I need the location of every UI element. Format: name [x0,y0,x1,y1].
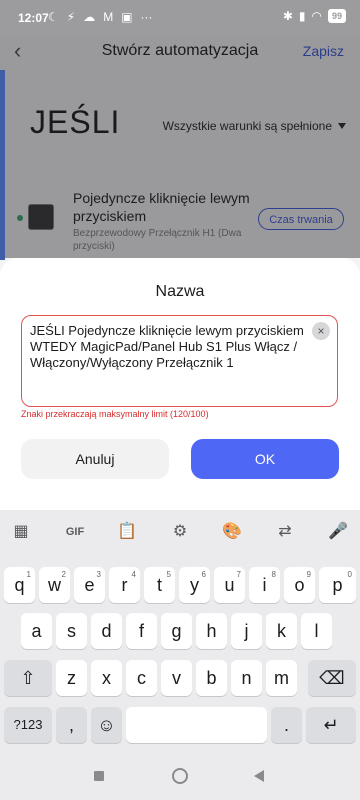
clear-icon[interactable]: × [312,322,330,340]
signal-icon: ▮ [298,9,306,23]
space-key[interactable] [126,707,267,743]
condition-mode-select[interactable]: Wszystkie warunki są spełnione [163,119,346,133]
condition-mode-label: Wszystkie warunki są spełnione [162,119,332,133]
status-bar: 12:07 ☾ ⚡ ☁ M ▣ ··· ✱ ▮ ◠ 99 [0,0,360,36]
key-t[interactable]: t5 [144,567,175,603]
key-f[interactable]: f [126,613,157,649]
period-key[interactable]: . [271,707,302,743]
status-right-icons: ✱ ▮ ◠ 99 [283,9,346,23]
key-p[interactable]: p0 [319,567,356,603]
condition-name[interactable]: Pojedyncze kliknięcie lewym przyciskiem [73,189,263,225]
name-dialog: Nazwa JEŚLI Pojedyncze kliknięcie lewym … [0,258,360,510]
clipboard-icon[interactable]: 📋 [117,522,137,542]
key-n[interactable]: n [231,660,262,696]
key-g[interactable]: g [161,613,192,649]
shift-key[interactable]: ⇧ [4,660,52,696]
home-icon[interactable] [172,768,188,784]
name-input-value[interactable]: JEŚLI Pojedyncze kliknięcie lewym przyci… [30,323,310,371]
key-c[interactable]: c [126,660,157,696]
emoji-key[interactable]: ☺ [91,707,122,743]
status-left-icons: ☾ ⚡ ☁ M ▣ ··· [48,10,153,24]
key-z[interactable]: z [56,660,87,696]
key-d[interactable]: d [91,613,122,649]
microphone-icon[interactable]: 🎤 [328,522,348,542]
comma-key[interactable]: , [56,707,87,743]
save-button[interactable]: Zapisz [303,43,344,59]
key-h[interactable]: h [196,613,227,649]
key-w[interactable]: w2 [39,567,70,603]
condition-device: Bezprzewodowy Przełącznik H1 (Dwa przyci… [73,228,242,252]
dialog-title: Nazwa [155,283,205,300]
more-icon: ··· [140,10,153,24]
key-j[interactable]: j [231,613,262,649]
backspace-key[interactable]: ⌫ [308,660,356,696]
navigation-bar [0,752,360,800]
battery-icon: 99 [327,9,346,23]
status-time: 12:07 [18,11,49,25]
gif-icon[interactable]: GIF [62,522,88,542]
key-o[interactable]: o9 [284,567,315,603]
if-section-title: JEŚLI [30,104,121,140]
cloud-icon: ☁ [83,10,96,24]
app-icon: ▣ [121,10,133,24]
key-y[interactable]: y6 [179,567,210,603]
key-e[interactable]: e3 [74,567,105,603]
status-dot-icon [17,215,23,221]
key-b[interactable]: b [196,660,227,696]
cancel-button[interactable]: Anuluj [21,439,169,479]
key-x[interactable]: x [91,660,122,696]
section-accent-bar [0,70,5,260]
error-message: Znaki przekraczają maksymalny limit (120… [21,409,209,419]
switch-device-icon [29,205,53,229]
name-input[interactable]: JEŚLI Pojedyncze kliknięcie lewym przyci… [21,315,338,407]
key-v[interactable]: v [161,660,192,696]
apps-grid-icon[interactable]: ▦ [11,522,31,542]
back-nav-icon[interactable] [254,770,264,782]
key-m[interactable]: m [266,660,297,696]
bluetooth-icon: ✱ [282,9,293,23]
gmail-icon: M [103,10,114,24]
duration-button[interactable]: Czas trwania [258,208,344,230]
key-s[interactable]: s [56,613,87,649]
dropdown-arrow-icon [338,123,346,129]
enter-key[interactable]: ↵ [306,707,356,743]
key-r[interactable]: r4 [109,567,140,603]
translate-icon[interactable]: ⇄ [275,522,295,542]
key-l[interactable]: l [301,613,332,649]
key-q[interactable]: q1 [4,567,35,603]
key-a[interactable]: a [21,613,52,649]
symbols-key[interactable]: ?123 [4,707,52,743]
theme-icon[interactable]: 🎨 [222,522,242,542]
key-u[interactable]: u7 [214,567,245,603]
wifi-icon: ◠ [311,9,322,23]
key-i[interactable]: i8 [249,567,280,603]
flash-off-icon: ⚡ [66,10,76,24]
keyboard-toolbar: ▦ GIF 📋 ⚙ 🎨 ⇄ 🎤 [0,510,360,554]
settings-icon[interactable]: ⚙ [170,522,190,542]
ok-button[interactable]: OK [191,439,339,479]
app-header: ‹ Stwórz automatyzacja Zapisz [0,36,360,68]
keyboard: ▦ GIF 📋 ⚙ 🎨 ⇄ 🎤 q1 w2 e3 r4 t5 y6 u7 i8 … [0,510,360,752]
key-k[interactable]: k [266,613,297,649]
recents-icon[interactable] [94,771,104,781]
moon-icon: ☾ [48,10,59,24]
